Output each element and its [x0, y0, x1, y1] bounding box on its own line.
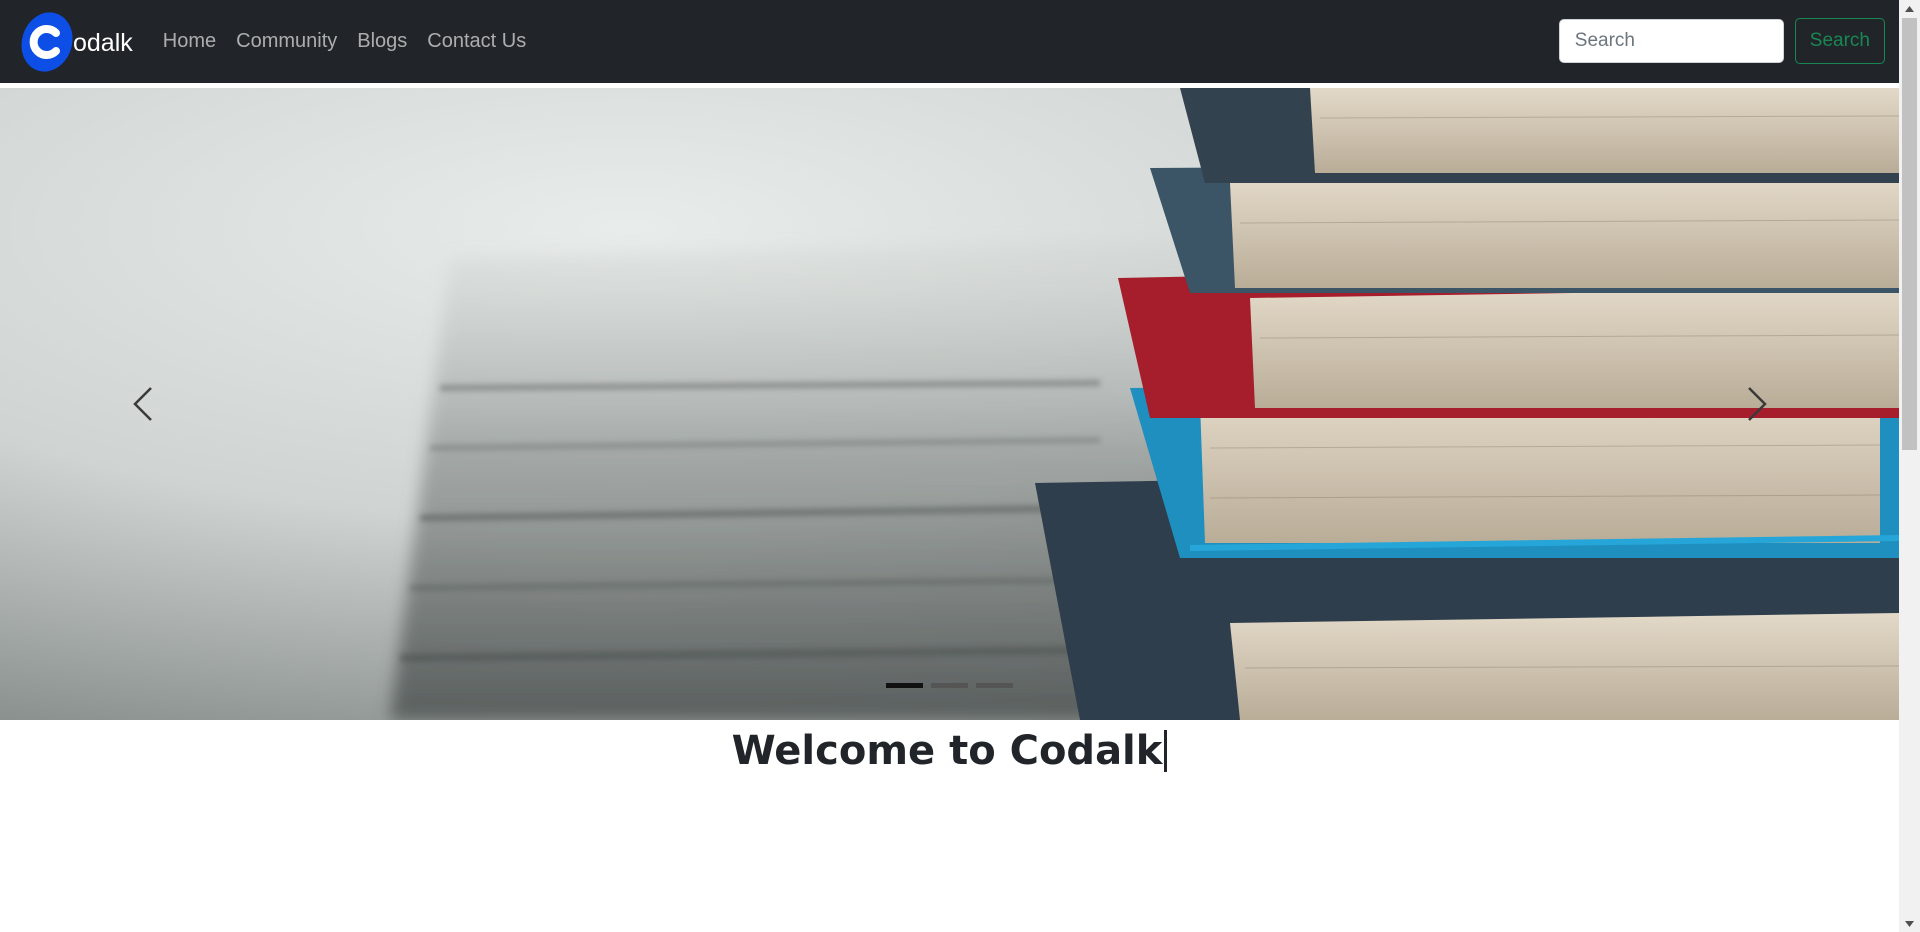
- codalk-logo-icon: [21, 11, 73, 72]
- nav-link-home[interactable]: Home: [163, 30, 216, 53]
- welcome-heading: Welcome to Codalk: [0, 728, 1899, 774]
- navbar: odalk Home Community Blogs Contact Us Se…: [0, 0, 1899, 83]
- chevron-left-icon: [132, 387, 152, 421]
- nav-link-contact-us[interactable]: Contact Us: [427, 30, 526, 53]
- search-button[interactable]: Search: [1794, 18, 1885, 64]
- nav-link-community[interactable]: Community: [236, 30, 337, 53]
- scrollbar-thumb[interactable]: [1902, 18, 1917, 450]
- nav-link-blogs[interactable]: Blogs: [357, 30, 407, 53]
- chevron-right-icon: [1747, 387, 1767, 421]
- typing-cursor: [1164, 730, 1168, 772]
- carousel-indicator[interactable]: [976, 683, 1013, 688]
- page-scrollbar[interactable]: [1899, 0, 1920, 932]
- scroll-up-arrow-icon[interactable]: [1899, 0, 1920, 17]
- carousel-indicator[interactable]: [931, 683, 968, 688]
- carousel-next-button[interactable]: [1614, 88, 1899, 720]
- brand-name: odalk: [73, 29, 133, 57]
- scroll-down-arrow-icon[interactable]: [1899, 915, 1920, 932]
- brand-link[interactable]: odalk: [18, 11, 133, 73]
- hero-carousel: [0, 88, 1899, 720]
- search-form: Search: [1558, 18, 1885, 64]
- carousel-indicator[interactable]: [886, 683, 923, 688]
- search-input[interactable]: [1558, 19, 1784, 63]
- welcome-heading-text: Welcome to Codalk: [731, 728, 1163, 774]
- carousel-prev-button[interactable]: [0, 88, 285, 720]
- carousel-indicators: [0, 683, 1899, 688]
- nav-links: Home Community Blogs Contact Us: [153, 30, 536, 53]
